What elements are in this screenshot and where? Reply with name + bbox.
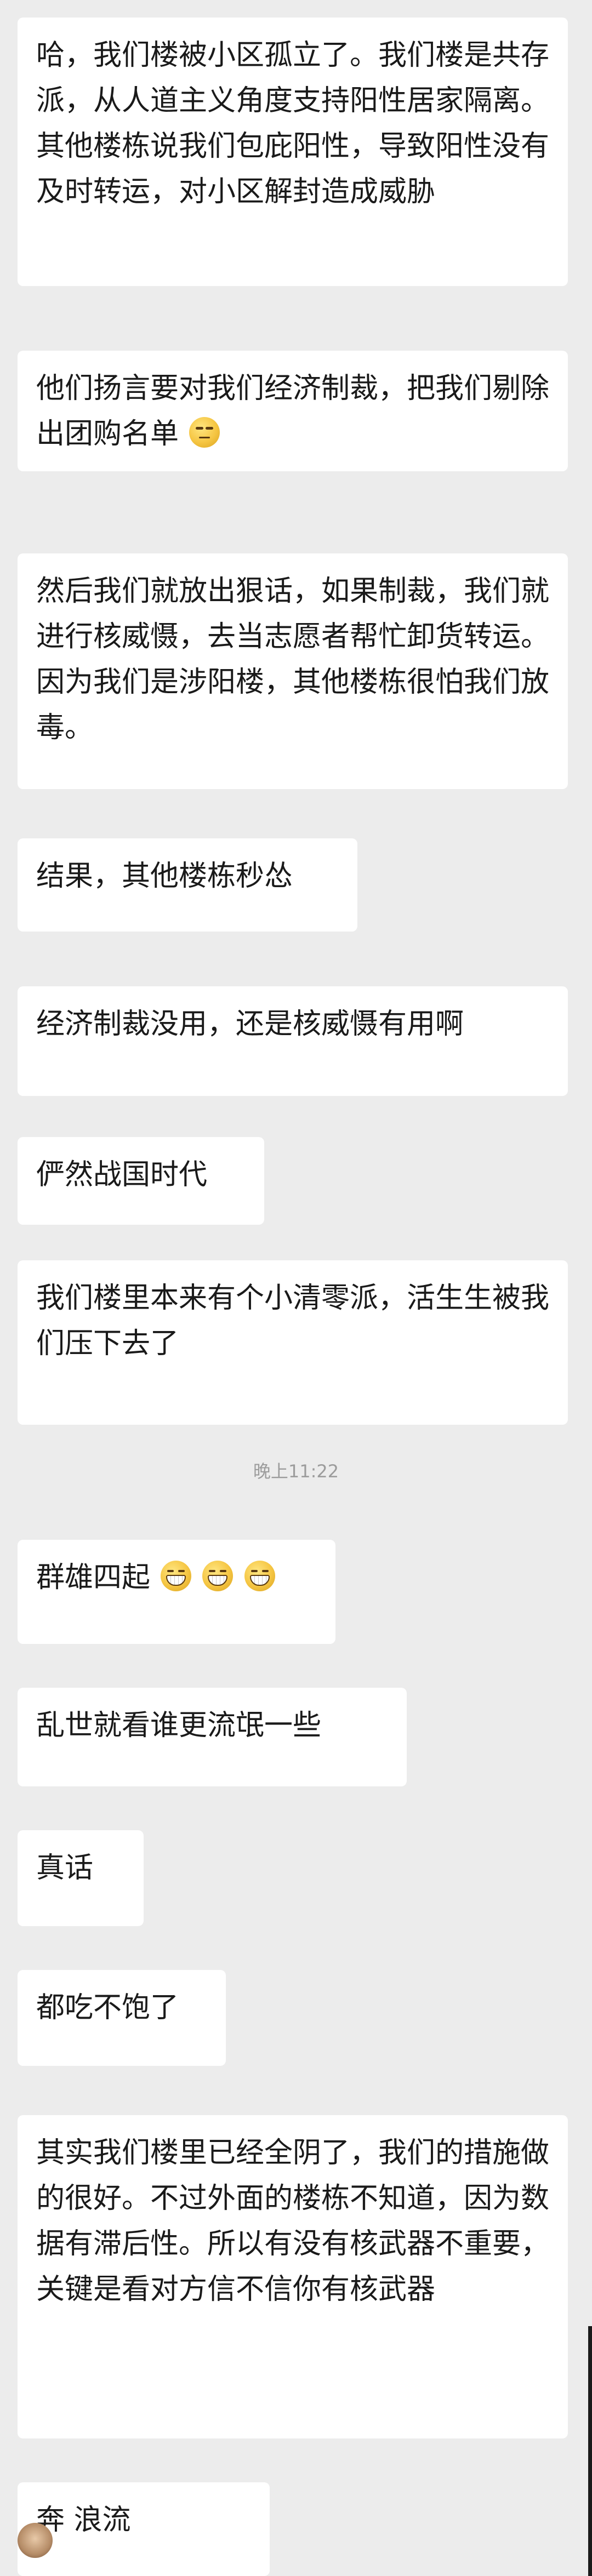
avatar[interactable] [18,2523,53,2558]
message-text: 结果，其他楼栋秒怂 [36,860,293,893]
message-bubble[interactable]: 都吃不饱了 [18,1970,226,2066]
grinning-face-icon [244,1561,275,1591]
message-bubble[interactable]: 经济制裁没用，还是核威慑有用啊 [18,986,568,1096]
chat-history[interactable]: 哈，我们楼被小区孤立了。我们楼是共存派，从人道主义角度支持阳性居家隔离。其他楼栋… [0,0,592,2576]
message-text: 他们扬言要对我们经济制裁，把我们剔除出团购名单 [36,372,550,450]
message-timestamp: 晚上11:22 [253,1461,339,1482]
grinning-face-icon [160,1561,191,1591]
message-bubble[interactable]: 哈，我们楼被小区孤立了。我们楼是共存派，从人道主义角度支持阳性居家隔离。其他楼栋… [18,18,568,286]
message-text: 都吃不饱了 [36,1991,179,2024]
message-bubble[interactable]: 结果，其他楼栋秒怂 [18,838,357,932]
message-text: 经济制裁没用，还是核威慑有用啊 [36,1008,464,1041]
unamused-face-icon [189,417,220,448]
message-bubble[interactable]: 群雄四起 [18,1540,335,1644]
message-text: 俨然战国时代 [36,1158,208,1191]
message-text: 真话 [36,1852,94,1884]
message-bubble[interactable]: 我们楼里本来有个小清零派，活生生被我们压下去了 [18,1260,568,1425]
message-text: 哈，我们楼被小区孤立了。我们楼是共存派，从人道主义角度支持阳性居家隔离。其他楼栋… [36,39,550,208]
message-bubble[interactable]: 其实我们楼里已经全阴了，我们的措施做的很好。不过外面的楼栋不知道，因为数据有滞后… [18,2115,568,2438]
message-bubble[interactable]: 奔 浪流 [18,2482,270,2576]
grinning-face-icon [202,1561,234,1591]
message-text: 乱世就看谁更流氓一些 [36,1709,322,1742]
message-text: 群雄四起 [36,1561,151,1594]
message-bubble[interactable]: 他们扬言要对我们经济制裁，把我们剔除出团购名单 [18,351,568,471]
message-bubble[interactable]: 乱世就看谁更流氓一些 [18,1688,407,1786]
message-text: 其实我们楼里已经全阴了，我们的措施做的很好。不过外面的楼栋不知道，因为数据有滞后… [36,2137,550,2306]
message-text: 我们楼里本来有个小清零派，活生生被我们压下去了 [36,1282,550,1360]
message-text: 然后我们就放出狠话，如果制裁，我们就进行核威慑，去当志愿者帮忙卸货转运。因为我们… [36,575,550,744]
message-bubble[interactable]: 俨然战国时代 [18,1137,264,1225]
message-bubble[interactable]: 然后我们就放出狠话，如果制裁，我们就进行核威慑，去当志愿者帮忙卸货转运。因为我们… [18,553,568,789]
scrollbar[interactable] [588,2326,592,2576]
message-bubble[interactable]: 真话 [18,1830,144,1926]
